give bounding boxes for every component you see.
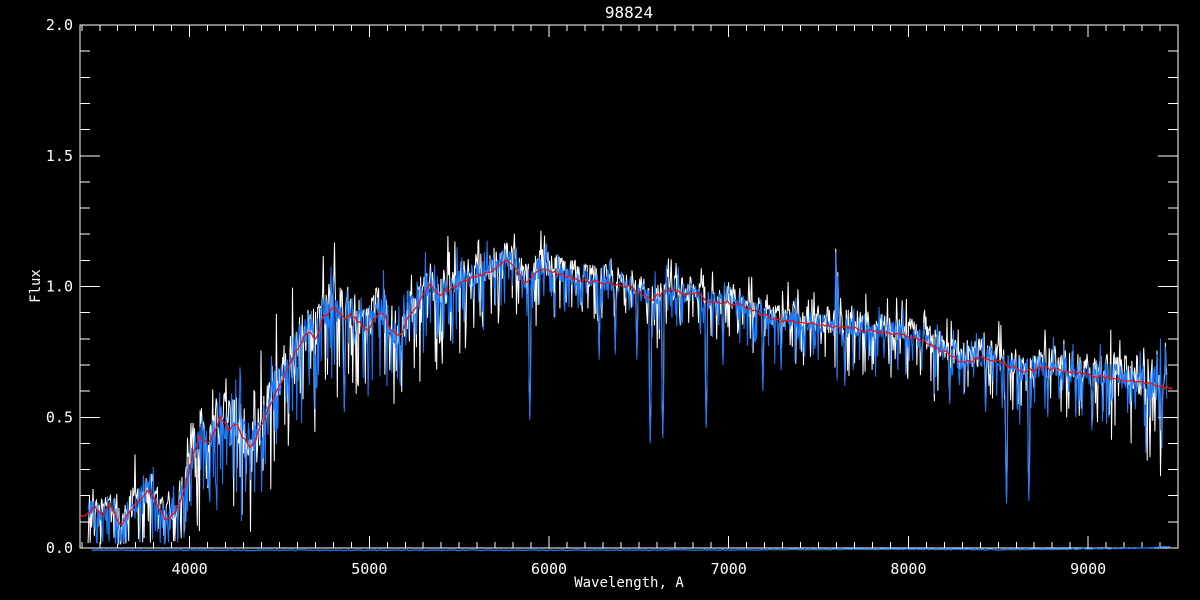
x-tick-label: 9000 [1070, 560, 1106, 578]
y-tick-label: 0.5 [46, 408, 73, 426]
spectrum-chart: 98824 Wavelength, A Flux 4000 5000 6000 700… [0, 0, 1200, 600]
y-tick-label: 1.5 [46, 147, 73, 165]
screenshot-root: { "window": { "title": "98824", "backgro… [0, 0, 1200, 600]
x-tick-label: 5000 [351, 560, 387, 578]
chart-title: 98824 [605, 3, 653, 22]
spectrum-plot-window: 98824 Wavelength, A Flux 4000 5000 6000 700… [0, 0, 1200, 600]
y-tick-label: 0.0 [46, 539, 73, 557]
x-axis-label: Wavelength, A [574, 575, 684, 591]
x-tick-label: 8000 [890, 560, 926, 578]
y-tick-label: 2.0 [46, 16, 73, 34]
y-axis-label: Flux [28, 269, 44, 303]
x-tick-label: 6000 [531, 560, 567, 578]
x-tick-label: 7000 [711, 560, 747, 578]
x-tick-label: 4000 [172, 560, 208, 578]
y-tick-label: 1.0 [46, 278, 73, 296]
